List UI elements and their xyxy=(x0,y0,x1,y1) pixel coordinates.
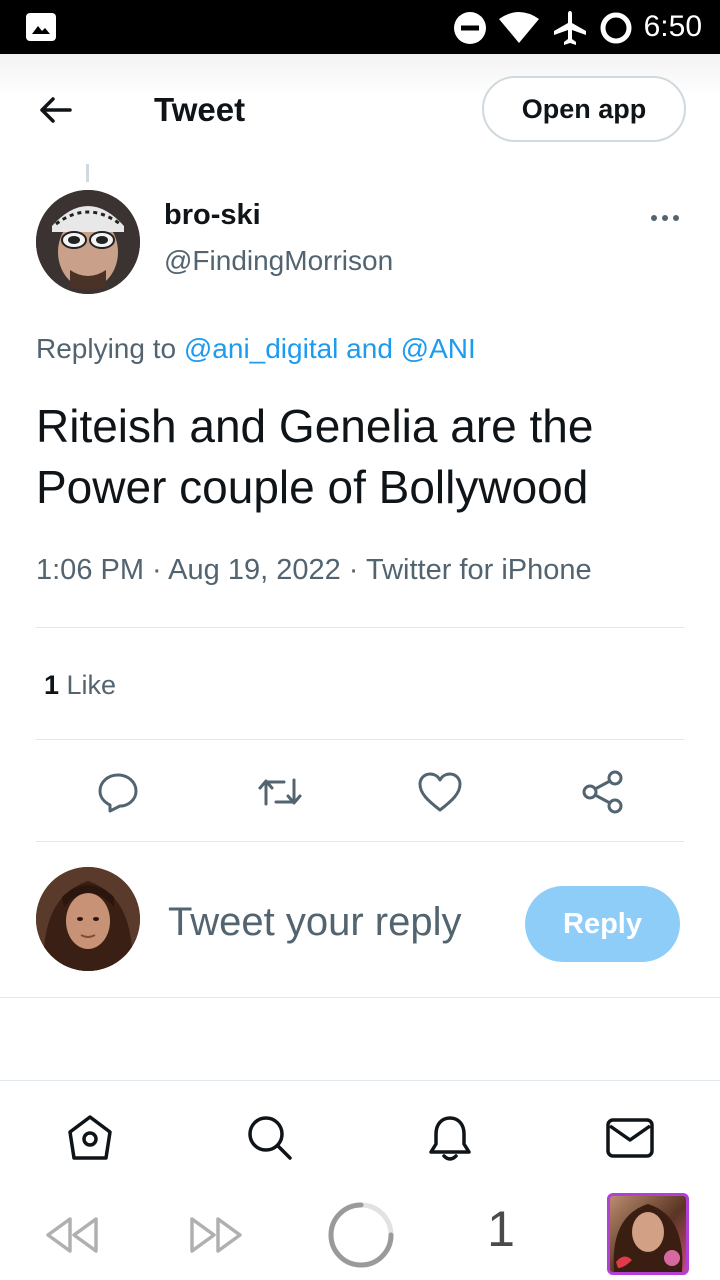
like-button[interactable] xyxy=(414,766,466,818)
arrow-left-icon xyxy=(40,97,72,123)
replying-to-link[interactable]: @ani_digital and @ANI xyxy=(184,333,476,364)
search-icon xyxy=(248,1116,292,1160)
tweet-text: Riteish and Genelia are the Power couple… xyxy=(36,400,594,513)
more-options-button[interactable] xyxy=(640,200,690,236)
thread-connector xyxy=(86,164,89,182)
more-dot xyxy=(651,215,657,221)
reply-button[interactable] xyxy=(92,766,144,818)
loading-indicator xyxy=(324,1198,398,1272)
rewind-button[interactable] xyxy=(40,1208,104,1262)
more-dot xyxy=(673,215,679,221)
divider xyxy=(36,627,684,628)
share-icon xyxy=(582,770,623,814)
retweet-icon xyxy=(258,778,302,806)
rewind-icon xyxy=(46,1217,98,1253)
tab-count[interactable]: 1 xyxy=(476,1200,526,1258)
reply-icon xyxy=(98,773,138,813)
loading-icon xyxy=(328,1202,394,1268)
user-avatar xyxy=(36,867,140,971)
open-app-button[interactable]: Open app xyxy=(482,76,686,142)
reply-submit-button[interactable]: Reply xyxy=(525,886,680,962)
replying-prefix: Replying to xyxy=(36,333,184,364)
like-icon xyxy=(418,772,462,812)
divider xyxy=(0,997,720,998)
loading-ring-icon xyxy=(600,12,632,44)
clock: 6:50 xyxy=(643,10,702,43)
retweet-button[interactable] xyxy=(254,766,306,818)
fast-forward-icon xyxy=(190,1217,242,1253)
share-button[interactable] xyxy=(577,766,629,818)
back-button[interactable] xyxy=(34,88,78,132)
notifications-icon xyxy=(429,1116,471,1161)
status-bar: 6:50 xyxy=(0,0,720,54)
likes-count[interactable]: 1 Like xyxy=(44,670,116,701)
nav-messages[interactable] xyxy=(604,1112,656,1164)
divider xyxy=(0,1080,720,1081)
nav-home[interactable] xyxy=(64,1112,116,1164)
divider xyxy=(36,841,684,842)
divider xyxy=(36,739,684,740)
home-icon xyxy=(68,1115,112,1160)
wifi-icon xyxy=(499,12,539,43)
page-title: Tweet xyxy=(154,91,246,128)
author-avatar[interactable] xyxy=(36,190,140,294)
tweet-meta: 1:06 PM · Aug 19, 2022 · Twitter for iPh… xyxy=(36,554,592,586)
gallery-icon xyxy=(26,13,56,41)
do-not-disturb-icon xyxy=(454,12,486,44)
replying-to: Replying to @ani_digital and @ANI xyxy=(36,333,476,365)
messages-icon xyxy=(606,1118,654,1158)
author-handle[interactable]: @FindingMorrison xyxy=(164,245,393,277)
more-dot xyxy=(662,215,668,221)
fast-forward-button[interactable] xyxy=(184,1208,248,1262)
nav-search[interactable] xyxy=(244,1112,296,1164)
profile-thumbnail[interactable] xyxy=(607,1193,689,1275)
top-bar: Tweet Open app xyxy=(0,54,720,166)
author-name[interactable]: bro-ski xyxy=(164,199,261,232)
nav-notifications[interactable] xyxy=(424,1112,476,1164)
likes-number: 1 xyxy=(44,670,60,700)
reply-input[interactable]: Tweet your reply xyxy=(168,900,461,945)
airplane-icon xyxy=(554,11,586,45)
likes-label: Like xyxy=(59,670,117,700)
